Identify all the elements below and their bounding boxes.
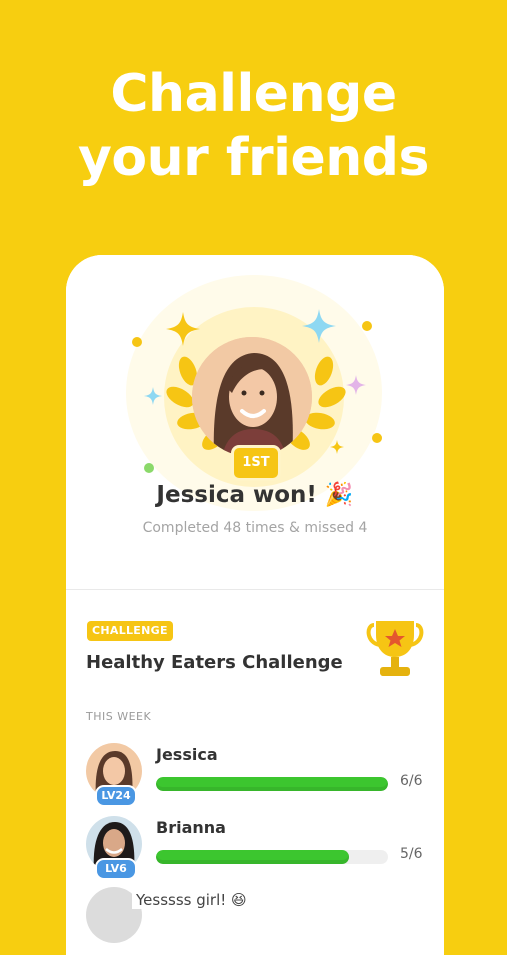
challenge-title[interactable]: Healthy Eaters Challenge xyxy=(86,652,343,673)
winner-hero: 1ST Jessica won! 🎉 Completed 48 times & … xyxy=(66,255,444,589)
trophy-icon xyxy=(366,621,424,676)
headline-line-1: Challenge xyxy=(110,64,397,124)
progress-fill xyxy=(156,850,350,864)
divider xyxy=(66,589,444,590)
participant-row[interactable]: LV24 Jessica 6/6 xyxy=(66,743,444,807)
winner-subtitle: Completed 48 times & missed 4 xyxy=(142,520,368,536)
challenge-card: 1ST Jessica won! 🎉 Completed 48 times & … xyxy=(66,255,444,955)
participant-row[interactable]: LV6 Brianna 5/6 xyxy=(66,816,444,880)
dot-yellow xyxy=(132,337,142,347)
dot-yellow-lower xyxy=(372,433,382,443)
participant-name: Brianna xyxy=(156,818,226,837)
period-label: THIS WEEK xyxy=(86,710,152,723)
progress-track xyxy=(156,777,388,791)
progress-count: 6/6 xyxy=(400,773,423,789)
dot-yellow-right xyxy=(362,321,372,331)
sparkle-yellow-icon xyxy=(166,312,200,346)
sparkle-pink-icon xyxy=(346,375,366,395)
sparkle-blue-icon xyxy=(302,309,336,343)
dot-green xyxy=(144,463,154,473)
headline-line-2: your friends xyxy=(78,128,429,188)
level-badge: LV6 xyxy=(95,858,137,880)
progress-count: 5/6 xyxy=(400,846,423,862)
participant-name: Jessica xyxy=(156,745,218,764)
progress-track xyxy=(156,850,388,864)
rank-badge: 1ST xyxy=(231,445,281,481)
progress-fill xyxy=(156,777,388,791)
level-badge: LV24 xyxy=(95,785,137,807)
headline: Challenge your friends xyxy=(0,62,507,190)
winner-avatar xyxy=(192,337,312,457)
sparkle-small-blue-icon xyxy=(144,387,162,405)
winner-title: Jessica won! 🎉 xyxy=(156,482,354,508)
comment-preview: Yesssss girl! 😆 xyxy=(132,891,251,909)
challenge-tag: CHALLENGE xyxy=(87,621,173,641)
